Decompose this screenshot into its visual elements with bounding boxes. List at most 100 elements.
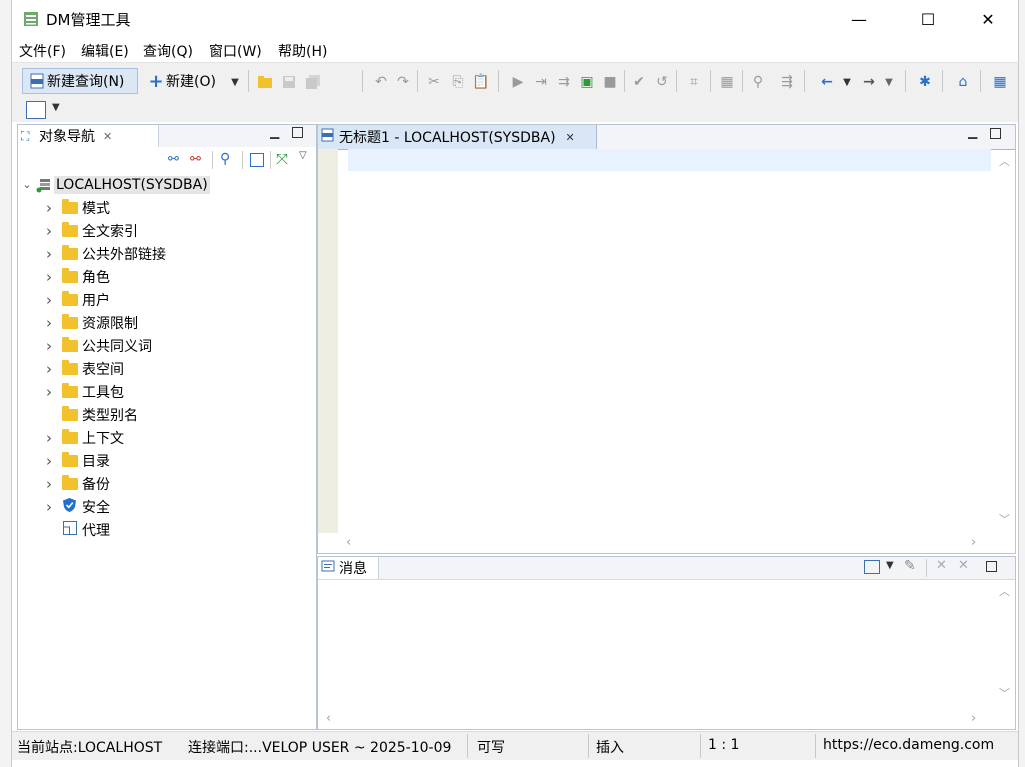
run-step-icon[interactable]: ⇉ [555, 73, 573, 91]
view-menu-chevron-icon[interactable]: ▽ [299, 150, 307, 161]
new-dropdown-chevron-icon[interactable]: ▼ [226, 73, 244, 91]
layout-icon[interactable] [26, 101, 46, 119]
tree-item[interactable]: › 表空间 [42, 357, 124, 380]
forward-arrow-icon[interactable]: → [860, 73, 878, 91]
forward-dropdown-chevron-icon[interactable]: ▼ [880, 73, 898, 91]
stop-icon[interactable]: ■ [601, 73, 619, 91]
scroll-right-icon[interactable]: › [971, 711, 976, 726]
expand-chevron-icon[interactable]: › [42, 199, 56, 217]
calendar-icon[interactable]: ▦ [718, 73, 736, 91]
table-view-icon[interactable]: ▦ [991, 73, 1009, 91]
collapse-chevron-icon[interactable]: ⌄ [20, 178, 34, 191]
message-layout-icon[interactable] [864, 560, 880, 574]
remove-icon[interactable]: ✕ [936, 558, 947, 573]
menu-help[interactable]: 帮助(H) [278, 41, 327, 61]
expand-chevron-icon[interactable]: › [42, 452, 56, 470]
close-tab-icon[interactable]: ✕ [103, 130, 112, 143]
tree-item[interactable]: › 角色 [42, 265, 110, 288]
open-folder-icon[interactable] [256, 73, 274, 91]
current-line-highlight[interactable] [348, 149, 991, 171]
save-icon[interactable] [280, 73, 298, 91]
format-icon[interactable]: ⇶ [778, 73, 796, 91]
cut-icon[interactable]: ✂ [425, 73, 443, 91]
scroll-left-icon[interactable]: ‹ [326, 711, 331, 726]
connect-icon[interactable]: ⚯ [168, 152, 179, 167]
scroll-up-icon[interactable]: ︿ [999, 583, 1010, 599]
expand-chevron-icon[interactable]: › [42, 337, 56, 355]
expand-chevron-icon[interactable]: › [42, 291, 56, 309]
home-icon[interactable]: ⌂ [954, 73, 972, 91]
message-dropdown-chevron-icon[interactable]: ▼ [886, 560, 894, 571]
debug-bug-icon[interactable]: ✱ [916, 73, 934, 91]
close-button[interactable]: ✕ [965, 0, 1011, 38]
tab-messages[interactable]: 消息 [318, 557, 379, 579]
disconnect-icon[interactable]: ⚯ [190, 152, 201, 167]
tree-item[interactable]: › 公共外部链接 [42, 242, 166, 265]
collapse-all-icon[interactable] [250, 153, 264, 167]
tree-item[interactable]: › 上下文 [42, 426, 124, 449]
menu-edit[interactable]: 编辑(E) [81, 41, 129, 61]
editor-horizontal-scrollbar[interactable]: ‹ › [338, 533, 995, 551]
scroll-left-icon[interactable]: ‹ [346, 535, 351, 550]
maximize-view-icon[interactable] [990, 128, 1001, 139]
tree-item[interactable]: › 公共同义词 [42, 334, 152, 357]
new-button[interactable]: + 新建(O) [142, 68, 222, 94]
expand-chevron-icon[interactable]: › [42, 268, 56, 286]
expand-chevron-icon[interactable]: › [42, 475, 56, 493]
scroll-down-icon[interactable]: ﹀ [999, 685, 1010, 701]
expand-chevron-icon[interactable]: › [42, 429, 56, 447]
minimize-view-icon[interactable]: ▁ [270, 125, 279, 139]
maximize-view-icon[interactable] [986, 561, 997, 572]
tree-item[interactable]: › 安全 [42, 495, 110, 518]
tree-item[interactable]: 类型别名 [42, 403, 138, 426]
tree-item[interactable]: › 工具包 [42, 380, 124, 403]
back-dropdown-chevron-icon[interactable]: ▼ [838, 73, 856, 91]
expand-chevron-icon[interactable]: › [42, 383, 56, 401]
explain-plan-icon[interactable]: ⌗ [685, 73, 703, 91]
maximize-button[interactable]: ☐ [905, 0, 951, 38]
tree-item[interactable]: 代理 [42, 518, 110, 541]
message-horizontal-scrollbar[interactable]: ‹ › [318, 709, 995, 727]
message-vertical-scrollbar[interactable]: ︿ ﹀ [995, 579, 1013, 709]
editor-vertical-scrollbar[interactable]: ︿ ﹀ [995, 149, 1013, 533]
minimize-view-icon[interactable]: ▁ [968, 125, 977, 139]
clear-messages-icon[interactable]: ✎ [904, 558, 916, 574]
layout-dropdown-chevron-icon[interactable]: ▼ [52, 102, 60, 113]
undo-icon[interactable]: ↶ [372, 73, 390, 91]
menu-window[interactable]: 窗口(W) [209, 41, 262, 61]
status-url-link[interactable]: https://eco.dameng.com [823, 737, 994, 753]
run-icon[interactable]: ▶ [509, 73, 527, 91]
tree-item[interactable]: › 全文索引 [42, 219, 138, 242]
copy-icon[interactable]: ⎘ [449, 73, 467, 91]
tree-item[interactable]: › 模式 [42, 196, 110, 219]
expand-chevron-icon[interactable]: › [42, 314, 56, 332]
tree-item[interactable]: › 用户 [42, 288, 110, 311]
new-query-button[interactable]: 新建查询(N) [22, 68, 138, 94]
tree-item[interactable]: › 资源限制 [42, 311, 138, 334]
scroll-down-icon[interactable]: ﹀ [999, 511, 1010, 527]
scroll-up-icon[interactable]: ︿ [999, 153, 1010, 169]
paste-icon[interactable]: 📋 [472, 73, 490, 91]
menu-file[interactable]: 文件(F) [19, 41, 66, 61]
expand-chevron-icon[interactable]: › [42, 245, 56, 263]
save-all-icon[interactable] [304, 73, 322, 91]
menu-query[interactable]: 查询(Q) [143, 41, 193, 61]
maximize-view-icon[interactable] [292, 127, 303, 138]
expand-icon[interactable]: ⤧ [276, 150, 288, 168]
tree-root[interactable]: ⌄ LOCALHOST(SYSDBA) [20, 173, 210, 196]
rollback-icon[interactable]: ↺ [653, 73, 671, 91]
search-icon[interactable]: ⚲ [220, 151, 230, 167]
scroll-right-icon[interactable]: › [971, 535, 976, 550]
minimize-button[interactable]: — [836, 0, 882, 38]
run-selected-icon[interactable]: ⇥ [532, 73, 550, 91]
tree-item[interactable]: › 目录 [42, 449, 110, 472]
run-script-icon[interactable]: ▣ [578, 73, 596, 91]
close-tab-icon[interactable]: ✕ [566, 131, 575, 144]
expand-chevron-icon[interactable]: › [42, 498, 56, 516]
expand-chevron-icon[interactable]: › [42, 360, 56, 378]
back-arrow-icon[interactable]: ← [818, 73, 836, 91]
commit-icon[interactable]: ✔ [630, 73, 648, 91]
redo-icon[interactable]: ↷ [394, 73, 412, 91]
find-icon[interactable]: ⚲ [749, 73, 767, 91]
remove-all-icon[interactable]: ✕ [958, 558, 969, 573]
